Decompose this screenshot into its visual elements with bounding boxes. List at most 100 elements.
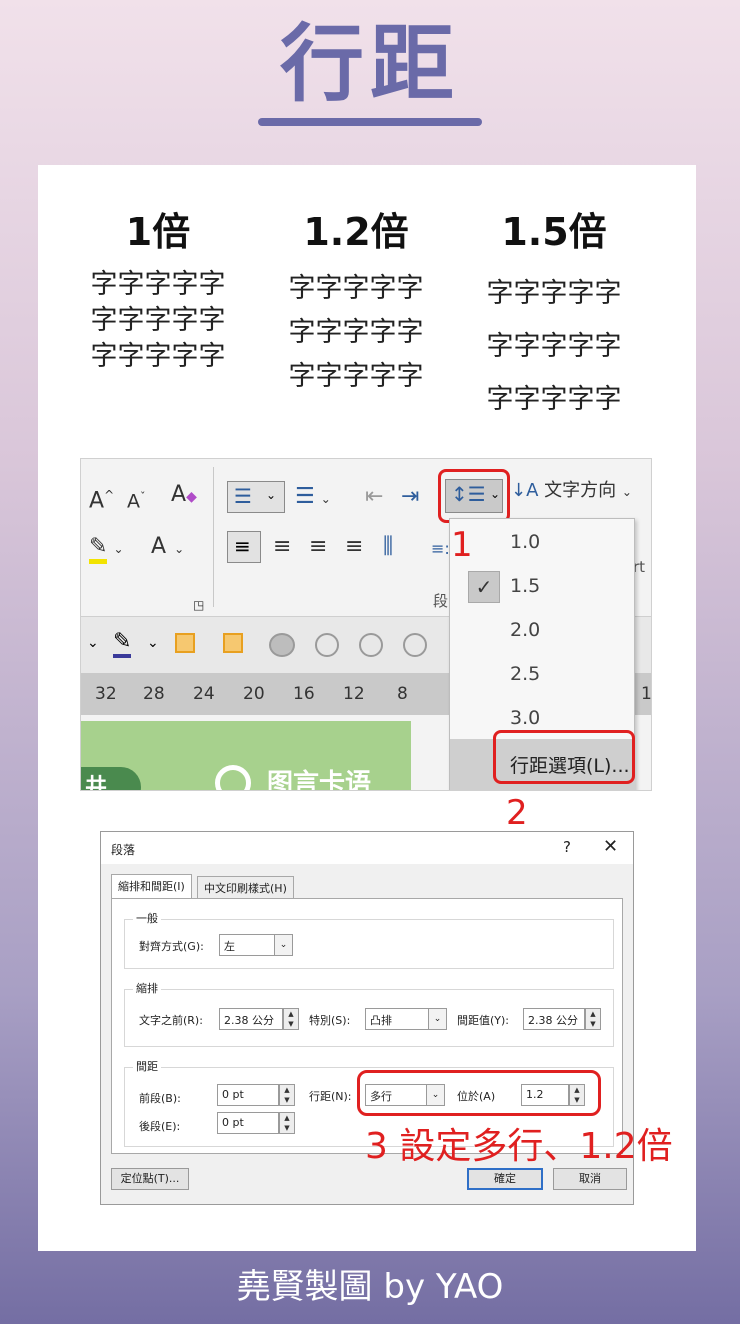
group-title: 縮排 <box>133 980 161 996</box>
spacing-before-spinner[interactable]: ▲ ▼ <box>279 1084 295 1106</box>
menu-item-1-0[interactable]: 1.0 <box>450 521 636 565</box>
font-dialog-launcher-icon[interactable]: ◳ <box>193 591 204 619</box>
align-center-button[interactable]: ≡ <box>273 533 291 561</box>
step-1-label: 1 <box>451 525 473 565</box>
shape-combine-icon[interactable] <box>315 633 339 657</box>
indent-by-spinner[interactable]: ▲ ▼ <box>585 1008 601 1030</box>
columns-icon: ≡: <box>431 539 450 558</box>
chevron-down-icon: ⌄ <box>266 488 277 502</box>
increase-indent-button[interactable]: ⇥ <box>401 483 419 511</box>
shape-union-icon[interactable] <box>269 633 295 657</box>
font-grow-button[interactable]: A^ <box>89 481 114 515</box>
tab-asian-typography[interactable]: 中文印刷樣式(H) <box>197 876 294 898</box>
alignment-select[interactable]: 左 ⌄ <box>219 934 293 956</box>
align-right-icon: ≡ <box>309 534 328 559</box>
indent-by-label: 間距值(Y): <box>457 1014 510 1027</box>
chevron-down-icon: ⌄ <box>174 542 185 556</box>
outdent-icon: ⇤ <box>365 484 384 509</box>
justify-icon: ≡ <box>345 534 364 559</box>
highlight-line-spacing <box>438 469 510 523</box>
chevron-down-icon: ⌄ <box>113 542 124 556</box>
special-select[interactable]: 凸排 ⌄ <box>365 1008 447 1030</box>
sample-line: 字字字字字 <box>486 331 622 362</box>
tabs-button[interactable]: 定位點(T)... <box>111 1168 189 1190</box>
slide-preview: 井 图言卡语 <box>81 721 411 791</box>
close-icon[interactable]: ✕ <box>603 836 618 857</box>
slide-pill-shape: 井 <box>81 767 141 790</box>
chevron-down-icon: ⌄ <box>320 492 331 506</box>
sample-line: 字字字字字 <box>288 361 424 392</box>
sample-line: 字字字字字 <box>90 341 226 372</box>
outline-color-icon[interactable]: ✎ <box>113 629 132 658</box>
text-direction-button[interactable]: ↓A 文字方向 ⌄ <box>511 477 632 506</box>
ok-button[interactable]: 確定 <box>467 1168 543 1190</box>
group-title: 一般 <box>133 910 161 926</box>
chevron-down-icon: ⌄ <box>621 485 632 499</box>
chevron-down-icon: ⌄ <box>87 635 99 651</box>
highlight-line-spacing-setting <box>357 1070 601 1116</box>
tab-indents-spacing[interactable]: 縮排和間距(I) <box>111 874 192 899</box>
group-title: 間距 <box>133 1058 161 1074</box>
spacing-column-1-2x: 1.2倍 字字字字字 字字字字字 字字字字字 <box>266 209 446 399</box>
group-general: 一般 對齊方式(G): 左 ⌄ <box>124 910 614 969</box>
sample-line: 字字字字字 <box>288 317 424 348</box>
spacing-after-label: 後段(E): <box>139 1120 181 1133</box>
columns-button[interactable]: ≡: <box>431 535 450 563</box>
indent-by-input[interactable]: 2.38 公分 <box>523 1008 585 1030</box>
dialog-titlebar: 段落 ? ✕ <box>101 832 633 864</box>
font-color-button[interactable]: A ⌄ <box>151 533 184 563</box>
indent-before-spinner[interactable]: ▲ ▼ <box>283 1008 299 1030</box>
ruler-tick: 8 <box>397 684 408 704</box>
spacing-after-spinner[interactable]: ▲ ▼ <box>279 1112 295 1134</box>
highlight-color-button[interactable]: ✎ ⌄ <box>89 533 124 564</box>
eraser-icon: ◆ <box>186 489 197 505</box>
numbering-button[interactable]: ☰ ⌄ <box>295 483 331 513</box>
align-center-icon: ≡ <box>273 534 292 559</box>
chevron-down-icon: ⌄ <box>428 1009 446 1029</box>
cancel-button[interactable]: 取消 <box>553 1168 627 1190</box>
sample-line: 字字字字字 <box>288 273 424 304</box>
indent-before-input[interactable]: 2.38 公分 <box>219 1008 283 1030</box>
slide-text: 图言卡语 <box>267 769 372 791</box>
clear-format-button[interactable]: A◆ <box>171 481 197 511</box>
bullet-list-icon: ☰ <box>234 484 252 508</box>
align-right-button[interactable]: ≡ <box>309 533 327 561</box>
align-left-button[interactable]: ≡ <box>227 531 261 563</box>
menu-item-1-5[interactable]: ✓ 1.5 <box>450 565 636 609</box>
ruler-tick: 28 <box>143 684 165 704</box>
special-label: 特別(S): <box>309 1014 351 1027</box>
bullets-button[interactable]: ☰ ⌄ <box>227 481 285 513</box>
alignment-label: 對齊方式(G): <box>139 940 204 953</box>
align-left-icon: ≡ <box>234 534 251 558</box>
spacing-before-input[interactable]: 0 pt <box>217 1084 279 1106</box>
ruler-tick: 32 <box>95 684 117 704</box>
column-label: 1.2倍 <box>303 210 409 254</box>
group-indentation: 縮排 文字之前(R): 2.38 公分 ▲ ▼ 特別(S): 凸排 ⌄ 間距值(Y… <box>124 980 614 1047</box>
menu-item-2-0[interactable]: 2.0 <box>450 609 636 653</box>
chevron-down-icon: ⌄ <box>147 635 159 651</box>
title-underline <box>258 118 482 126</box>
sample-line: 字字字字字 <box>90 305 226 336</box>
distributed-button[interactable]: ⫼ <box>383 533 393 561</box>
highlighter-icon: ✎ <box>89 534 108 564</box>
column-label: 1.5倍 <box>501 210 607 254</box>
justify-button[interactable]: ≡ <box>345 533 363 561</box>
sample-line: 字字字字字 <box>486 278 622 309</box>
bring-forward-icon[interactable] <box>175 633 195 653</box>
spacing-column-1x: 1倍 字字字字字 字字字字字 字字字字字 <box>68 209 248 375</box>
menu-item-2-5[interactable]: 2.5 <box>450 653 636 697</box>
spacing-before-label: 前段(B): <box>139 1092 181 1105</box>
shape-intersect-icon[interactable] <box>403 633 427 657</box>
shape-fragment-icon[interactable] <box>359 633 383 657</box>
font-shrink-button[interactable]: Aˇ <box>127 483 146 515</box>
step-2-label: 2 <box>506 793 528 833</box>
distributed-icon: ⫼ <box>383 534 394 559</box>
send-backward-icon[interactable] <box>223 633 243 653</box>
spacing-after-input[interactable]: 0 pt <box>217 1112 279 1134</box>
highlight-line-spacing-options <box>493 730 635 784</box>
help-icon[interactable]: ? <box>563 838 571 856</box>
decrease-indent-button[interactable]: ⇤ <box>365 483 383 511</box>
numbered-list-icon: ☰ <box>295 484 315 509</box>
paragraph-group-label: 段 <box>433 592 449 610</box>
ribbon-screenshot: A^ Aˇ A◆ ☰ ⌄ ☰ ⌄ ⇤ ⇥ ↕☰ ⌄ ↓A 文字方向 ⌄ ✎ ⌄ A ⌄… <box>80 458 652 791</box>
